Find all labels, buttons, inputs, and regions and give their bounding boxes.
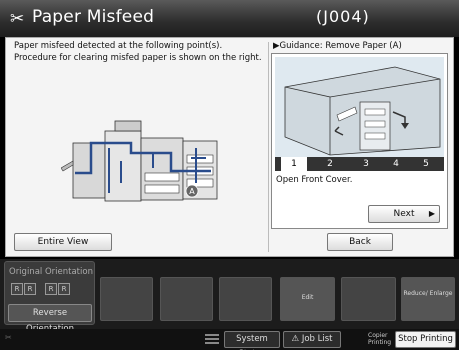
copier-status: Copier Printing (368, 332, 392, 346)
step-3: 3 (363, 159, 369, 169)
function-key-5 (341, 277, 396, 321)
orientation-landscape-icon[interactable]: R (45, 283, 57, 295)
step-indicator: 1 2 3 4 5 (275, 157, 444, 171)
page-title: Paper Misfeed (32, 7, 155, 27)
back-button[interactable]: Back (327, 233, 393, 251)
stop-printing-button[interactable]: Stop Printing (395, 331, 456, 348)
system-status-button[interactable]: System Status (224, 331, 280, 350)
function-key-2 (160, 277, 213, 321)
entire-view-button[interactable]: Entire View (14, 233, 112, 251)
orientation-panel: Original Orientation R R R R Reverse Ori… (4, 261, 95, 334)
step-4: 4 (393, 159, 399, 169)
next-arrow-icon: ▶ (428, 209, 435, 218)
warning-icon: ⚠ (291, 334, 300, 344)
machine-diagram-image: A (61, 120, 218, 202)
edit-key[interactable]: Edit (280, 277, 335, 321)
guidance-box: 1 2 3 4 5 Open Front Cover. Next ▶ (271, 53, 448, 229)
status-lines-icon (205, 334, 219, 344)
orientation-label: Original Orientation (9, 267, 93, 277)
function-key-3 (219, 277, 272, 321)
orientation-landscape-alt-icon[interactable]: R (58, 283, 70, 295)
misfeed-panel: Paper misfeed detected at the following … (5, 37, 454, 257)
guidance-label: ▶Guidance: Remove Paper (A) (273, 41, 402, 51)
point-a-marker: A (189, 187, 195, 196)
next-button[interactable]: Next ▶ (368, 205, 440, 223)
job-list-button[interactable]: ⚠ Job List (283, 331, 341, 348)
misfeed-icon: ✂ (10, 9, 25, 29)
orientation-portrait-alt-icon[interactable]: R (24, 283, 36, 295)
step-1: 1 (281, 157, 307, 171)
title-bar: ✂ Paper Misfeed (J004) (0, 0, 459, 37)
reduce-enlarge-key[interactable]: Reduce/ Enlarge (401, 277, 455, 321)
function-key-1 (100, 277, 153, 321)
step-2: 2 (327, 159, 333, 169)
step-5: 5 (423, 159, 429, 169)
error-code: (J004) (316, 7, 370, 26)
misfeed-message: Paper misfeed detected at the following … (14, 41, 262, 63)
function-area: Original Orientation R R R R Reverse Ori… (0, 259, 459, 334)
status-bar: ✂ System Status ⚠ Job List Copier Printi… (0, 329, 459, 350)
orientation-portrait-icon[interactable]: R (11, 283, 23, 295)
status-left-icon: ✂ (5, 333, 12, 342)
step-caption: Open Front Cover. (276, 175, 353, 185)
reverse-orientation-button[interactable]: Reverse Orientation (8, 304, 92, 334)
panel-divider (268, 42, 269, 252)
guidance-image (275, 57, 444, 157)
